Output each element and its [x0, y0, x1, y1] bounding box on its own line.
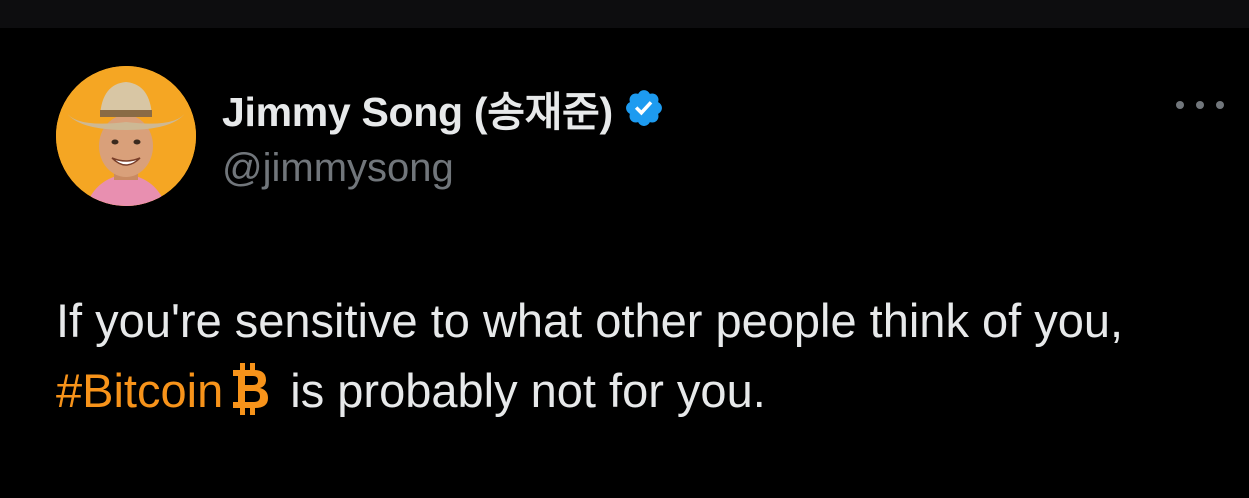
tweet-text-after: is probably not for you.	[277, 364, 766, 417]
author-display-name[interactable]: Jimmy Song (송재준)	[222, 78, 613, 138]
avatar-image	[56, 66, 196, 206]
author-handle[interactable]: @jimmysong	[222, 146, 454, 191]
tweet-text-before: If you're sensitive to what other people…	[56, 294, 1124, 347]
tweet-card: Jimmy Song (송재준) @jimmysong If you're se…	[0, 28, 1249, 498]
tweet-text: If you're sensitive to what other people…	[56, 286, 1216, 426]
avatar[interactable]	[56, 66, 196, 206]
more-horizontal-icon[interactable]	[1176, 90, 1224, 120]
top-bar	[0, 0, 1249, 28]
author-name-row: Jimmy Song (송재준)	[222, 84, 665, 135]
more-dot	[1216, 101, 1224, 109]
more-dot	[1196, 101, 1204, 109]
more-dot	[1176, 101, 1184, 109]
hashtag-link[interactable]: #Bitcoin	[56, 364, 223, 417]
bitcoin-icon	[227, 363, 271, 415]
verified-badge-icon	[623, 87, 665, 129]
